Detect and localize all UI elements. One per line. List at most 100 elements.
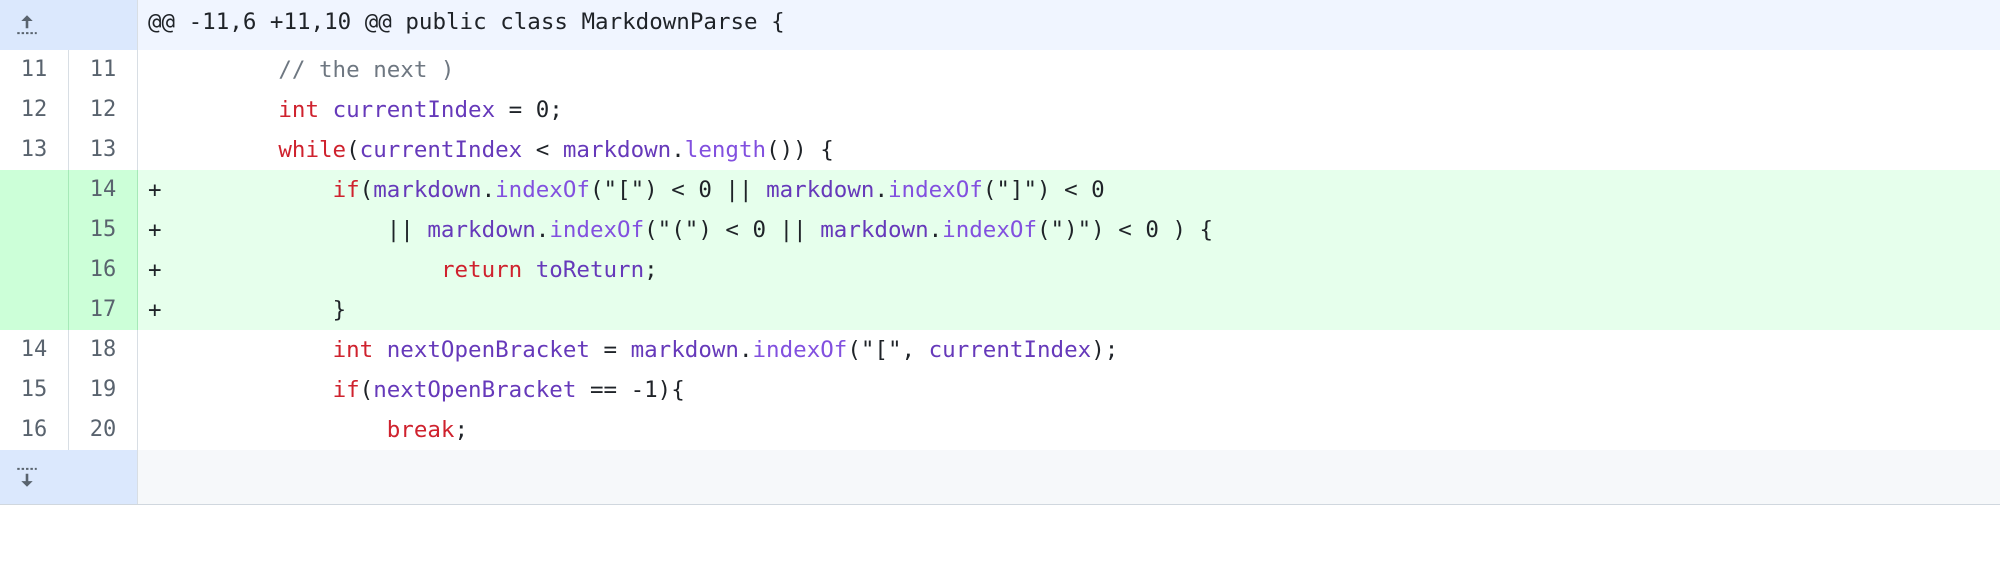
added-line: 14 + if(markdown.indexOf("[") < 0 || mark… bbox=[0, 170, 2000, 210]
code-token: markdown bbox=[630, 337, 739, 363]
bottom-spacer bbox=[138, 450, 2000, 504]
code-token: while bbox=[278, 137, 347, 163]
context-line: 12 12 int currentIndex = 0; bbox=[0, 90, 2000, 130]
new-line-number[interactable]: 11 bbox=[69, 50, 138, 90]
hunk-header-row: @@ -11,6 +11,10 @@ public class Markdown… bbox=[0, 0, 2000, 50]
old-line-number[interactable]: 14 bbox=[0, 330, 69, 370]
code-token: ("[") < 0 || bbox=[589, 177, 767, 203]
code-token: ( bbox=[359, 177, 374, 203]
code-token: ("]") < 0 bbox=[982, 177, 1105, 203]
code-token: indexOf bbox=[495, 177, 590, 203]
old-line-number[interactable] bbox=[0, 170, 69, 210]
expand-down-button[interactable] bbox=[0, 450, 138, 504]
old-line-number[interactable] bbox=[0, 290, 69, 330]
code-token: = bbox=[589, 337, 631, 363]
new-line-number[interactable]: 18 bbox=[69, 330, 138, 370]
code-token: ); bbox=[1091, 337, 1119, 363]
added-line: 17 + } bbox=[0, 290, 2000, 330]
new-line-number[interactable]: 14 bbox=[69, 170, 138, 210]
old-line-number[interactable] bbox=[0, 210, 69, 250]
code-token: . bbox=[738, 337, 753, 363]
diff-lines: 11 11 // the next ) 12 12 int currentIndex … bbox=[0, 50, 2000, 450]
code-token: markdown bbox=[427, 217, 536, 243]
code-token: int bbox=[278, 97, 320, 123]
code-token: markdown bbox=[766, 177, 875, 203]
code-token: ; bbox=[454, 417, 469, 443]
code-token: ("(") < 0 || bbox=[644, 217, 821, 243]
code-line: break; bbox=[138, 410, 2000, 450]
code-token: indexOf bbox=[752, 337, 848, 363]
code-token: } bbox=[332, 297, 347, 323]
code-token: // the next ) bbox=[278, 57, 455, 83]
old-line-number[interactable]: 13 bbox=[0, 130, 69, 170]
code-token: nextOpenBracket bbox=[373, 377, 577, 403]
context-line: 16 20 break; bbox=[0, 410, 2000, 450]
code-token: length bbox=[684, 137, 767, 163]
diff-marker: + bbox=[148, 257, 162, 283]
new-line-number[interactable]: 16 bbox=[69, 250, 138, 290]
code-token: markdown bbox=[373, 177, 482, 203]
diff-marker: + bbox=[148, 177, 162, 203]
code-line: while(currentIndex < markdown.length()) … bbox=[138, 130, 2000, 170]
code-token: ( bbox=[346, 137, 360, 163]
code-token: indexOf bbox=[942, 217, 1037, 243]
new-line-number[interactable]: 17 bbox=[69, 290, 138, 330]
old-line-number[interactable] bbox=[0, 250, 69, 290]
code-line: if(nextOpenBracket == -1){ bbox=[138, 370, 2000, 410]
code-token: == -1){ bbox=[576, 377, 685, 403]
code-line: + if(markdown.indexOf("[") < 0 || markdo… bbox=[138, 170, 2000, 210]
code-line: + return toReturn; bbox=[138, 250, 2000, 290]
new-line-number[interactable]: 12 bbox=[69, 90, 138, 130]
code-token: . bbox=[928, 217, 943, 243]
diff-view: @@ -11,6 +11,10 @@ public class Markdown… bbox=[0, 0, 2000, 505]
expand-down-icon bbox=[14, 384, 122, 570]
code-token: . bbox=[481, 177, 496, 203]
context-line: 11 11 // the next ) bbox=[0, 50, 2000, 90]
code-token: toReturn bbox=[535, 257, 645, 283]
code-token: || bbox=[386, 217, 428, 243]
old-line-number[interactable]: 11 bbox=[0, 50, 69, 90]
code-line: + || markdown.indexOf("(") < 0 || markdo… bbox=[138, 210, 2000, 250]
context-line: 13 13 while(currentIndex < markdown.lengt… bbox=[0, 130, 2000, 170]
code-token: (")") < 0 ) { bbox=[1037, 217, 1214, 243]
code-token: < bbox=[522, 137, 563, 163]
code-token: markdown bbox=[562, 137, 672, 163]
code-token: indexOf bbox=[887, 177, 983, 203]
context-line: 15 19 if(nextOpenBracket == -1){ bbox=[0, 370, 2000, 410]
code-line: + } bbox=[138, 290, 2000, 330]
code-token: if bbox=[332, 177, 360, 203]
new-line-number[interactable]: 13 bbox=[69, 130, 138, 170]
code-token: markdown bbox=[820, 217, 929, 243]
context-line: 14 18 int nextOpenBracket = markdown.inde… bbox=[0, 330, 2000, 370]
code-token: ; bbox=[644, 257, 658, 283]
added-line: 16 + return toReturn; bbox=[0, 250, 2000, 290]
code-token: return bbox=[440, 257, 523, 283]
expand-bottom-row bbox=[0, 450, 2000, 505]
code-token: currentIndex bbox=[332, 97, 496, 123]
code-token: if bbox=[332, 377, 360, 403]
code-token: . bbox=[535, 217, 550, 243]
code-token: currentIndex bbox=[928, 337, 1092, 363]
old-line-number[interactable]: 12 bbox=[0, 90, 69, 130]
code-line: int currentIndex = 0; bbox=[138, 90, 2000, 130]
code-token: = 0; bbox=[495, 97, 563, 123]
code-token: int bbox=[332, 337, 374, 363]
code-token: . bbox=[874, 177, 888, 203]
expand-up-button[interactable] bbox=[0, 0, 138, 50]
code-token: nextOpenBracket bbox=[386, 337, 590, 363]
diff-marker: + bbox=[148, 217, 162, 243]
new-line-number[interactable]: 15 bbox=[69, 210, 138, 250]
